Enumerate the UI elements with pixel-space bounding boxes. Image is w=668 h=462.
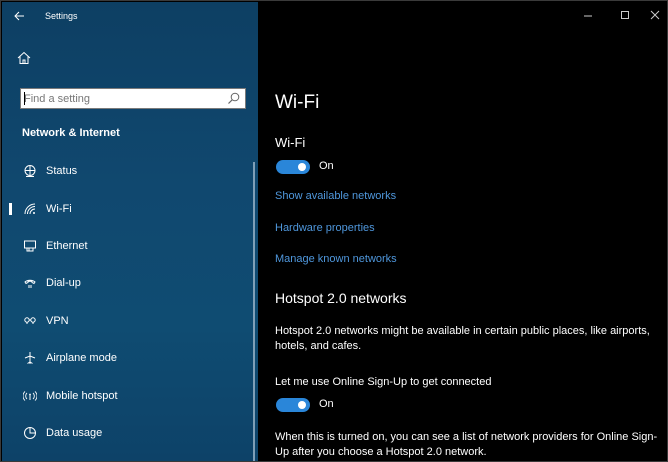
sidebar-item-label: Mobile hotspot	[46, 390, 118, 402]
toggle-knob	[298, 401, 306, 409]
sidebar-item-dial-up[interactable]: Dial-up	[2, 265, 258, 301]
wifi-toggle-state: On	[319, 160, 334, 172]
maximize-icon	[621, 11, 629, 19]
sidebar-scrollbar[interactable]	[253, 162, 255, 461]
back-button[interactable]	[8, 6, 30, 26]
wifi-toggle[interactable]	[276, 160, 310, 174]
online-signup-description: When this is turned on, you can see a li…	[275, 431, 658, 458]
text-caret	[24, 92, 25, 105]
home-button[interactable]	[16, 50, 36, 70]
show-available-networks-link[interactable]: Show available networks	[275, 190, 396, 202]
dial-up-icon	[22, 275, 38, 291]
page-title: Wi-Fi	[275, 92, 320, 113]
sidebar-item-label: Airplane mode	[46, 352, 117, 364]
minimize-icon	[584, 15, 592, 17]
sidebar-item-label: Data usage	[46, 427, 103, 439]
selection-indicator	[9, 203, 12, 215]
sidebar-item-label: Ethernet	[46, 240, 88, 252]
sidebar: Settings Network & Internet Statu	[2, 2, 258, 461]
sidebar-item-label: Wi-Fi	[46, 203, 72, 215]
maximize-button[interactable]	[614, 6, 636, 24]
sidebar-item-mobile-hotspot[interactable]: Mobile hotspot	[2, 378, 258, 414]
hotspot-description: Hotspot 2.0 networks might be available …	[275, 325, 650, 352]
wifi-icon	[22, 201, 38, 217]
minimize-button[interactable]	[577, 6, 599, 24]
search-input[interactable]	[21, 89, 221, 108]
vpn-icon	[22, 313, 38, 329]
sidebar-item-ethernet[interactable]: Ethernet	[2, 228, 258, 264]
hotspot-icon	[22, 388, 38, 404]
sidebar-item-label: VPN	[46, 315, 69, 327]
title-bar: Settings	[2, 2, 258, 32]
sidebar-item-label: Dial-up	[46, 277, 81, 289]
home-icon	[17, 51, 31, 64]
main-content: Wi-Fi Wi-Fi On Show available networks H…	[258, 2, 667, 461]
hardware-properties-link[interactable]: Hardware properties	[275, 222, 375, 234]
manage-known-networks-link[interactable]: Manage known networks	[275, 253, 397, 265]
ethernet-icon	[22, 238, 38, 254]
toggle-knob	[298, 163, 306, 171]
online-signup-label: Let me use Online Sign-Up to get connect…	[275, 376, 492, 388]
close-button[interactable]	[644, 6, 666, 24]
back-arrow-icon	[14, 11, 24, 21]
settings-window: Settings Network & Internet Statu	[0, 0, 668, 462]
online-signup-toggle[interactable]	[276, 398, 310, 412]
sidebar-item-airplane-mode[interactable]: Airplane mode	[2, 340, 258, 376]
sidebar-item-wifi[interactable]: Wi-Fi	[2, 191, 258, 227]
sidebar-item-vpn[interactable]: VPN	[2, 303, 258, 339]
search-box[interactable]	[20, 88, 246, 109]
search-icon[interactable]	[227, 92, 240, 105]
sidebar-item-data-usage[interactable]: Data usage	[2, 415, 258, 451]
airplane-icon	[22, 350, 38, 366]
data-usage-icon	[22, 425, 38, 441]
app-title: Settings	[45, 11, 78, 21]
online-signup-toggle-state: On	[319, 398, 334, 410]
sidebar-item-status[interactable]: Status	[2, 153, 258, 189]
section-title: Network & Internet	[22, 127, 120, 139]
close-icon	[650, 10, 660, 20]
sidebar-item-label: Status	[46, 165, 78, 177]
globe-status-icon	[22, 163, 38, 179]
hotspot-heading: Hotspot 2.0 networks	[275, 290, 407, 306]
wifi-section-title: Wi-Fi	[275, 135, 306, 150]
